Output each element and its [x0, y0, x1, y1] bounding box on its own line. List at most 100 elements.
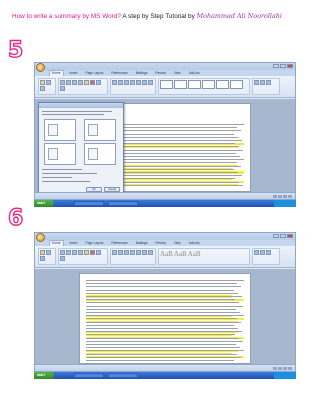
tab-home[interactable]: Home — [49, 240, 64, 246]
clear-format-icon[interactable] — [60, 256, 65, 261]
tab-insert[interactable]: Insert — [68, 71, 80, 76]
paste-icon[interactable] — [40, 80, 45, 85]
tab-view[interactable]: View — [172, 71, 183, 76]
summary-type-option-1[interactable] — [44, 119, 76, 141]
bold-icon[interactable] — [60, 250, 65, 255]
font-color-icon[interactable] — [90, 80, 95, 85]
system-tray — [274, 200, 296, 207]
center-icon[interactable] — [130, 80, 135, 85]
underline-icon[interactable] — [72, 80, 77, 85]
copy-icon[interactable] — [40, 256, 45, 261]
center-icon[interactable] — [130, 250, 135, 255]
style-subtitle[interactable] — [230, 80, 243, 89]
align-left-icon[interactable] — [124, 80, 129, 85]
taskbar-item[interactable] — [108, 201, 138, 206]
font-size-icon[interactable] — [96, 250, 101, 255]
summary-type-option-2[interactable] — [84, 119, 116, 141]
highlight-icon[interactable] — [84, 80, 89, 85]
tab-add-ins[interactable]: Add-Ins — [187, 241, 202, 246]
style-normal[interactable] — [160, 80, 173, 89]
tab-add-ins[interactable]: Add-Ins — [187, 71, 202, 76]
align-right-icon[interactable] — [136, 250, 141, 255]
tab-page-layout[interactable]: Page Layout — [84, 241, 106, 246]
bold-icon[interactable] — [60, 80, 65, 85]
maximize-icon[interactable] — [280, 64, 286, 68]
numbering-icon[interactable] — [118, 250, 123, 255]
styles-aa-icon[interactable]: AaB — [160, 250, 173, 259]
summary-type-option-4[interactable] — [84, 143, 116, 165]
font-size-icon[interactable] — [96, 80, 101, 85]
strikethrough-icon[interactable] — [78, 250, 83, 255]
bullets-icon[interactable] — [112, 80, 117, 85]
start-button[interactable]: start — [34, 372, 54, 379]
taskbar-item[interactable] — [74, 373, 104, 378]
styles-group: AaB AaB AaB — [158, 248, 250, 265]
clear-format-icon[interactable] — [60, 86, 65, 91]
text-line — [86, 331, 242, 333]
text-line — [86, 360, 234, 362]
styles-aa-icon[interactable]: AaB — [174, 250, 187, 259]
style-no-spacing[interactable] — [174, 80, 187, 89]
align-left-icon[interactable] — [124, 250, 129, 255]
select-icon[interactable] — [266, 80, 271, 85]
paste-icon[interactable] — [40, 250, 45, 255]
page-header: How to write a summary by MS Word? A ste… — [12, 12, 282, 20]
tab-mailings[interactable]: Mailings — [134, 71, 150, 76]
tab-review[interactable]: Review — [153, 71, 167, 76]
dialog-titlebar — [39, 103, 123, 108]
highlight-icon[interactable] — [84, 250, 89, 255]
cut-icon[interactable] — [46, 80, 51, 85]
close-icon[interactable] — [287, 64, 293, 68]
tab-page-layout[interactable]: Page Layout — [84, 71, 106, 76]
find-icon[interactable] — [254, 250, 259, 255]
select-icon[interactable] — [266, 250, 271, 255]
status-bar — [35, 364, 295, 371]
italic-icon[interactable] — [66, 80, 71, 85]
document-area: OK Cancel — [35, 99, 295, 196]
style-title[interactable] — [216, 80, 229, 89]
close-icon[interactable] — [287, 234, 293, 238]
align-right-icon[interactable] — [136, 80, 141, 85]
taskbar-item[interactable] — [74, 201, 104, 206]
underline-icon[interactable] — [72, 250, 77, 255]
replace-icon[interactable] — [260, 250, 265, 255]
tab-insert[interactable]: Insert — [68, 241, 80, 246]
minimize-icon[interactable] — [273, 234, 279, 238]
tab-references[interactable]: References — [109, 71, 129, 76]
cut-icon[interactable] — [46, 250, 51, 255]
summary-type-option-3[interactable] — [44, 143, 76, 165]
numbering-icon[interactable] — [118, 80, 123, 85]
style-heading1[interactable] — [188, 80, 201, 89]
taskbar-item[interactable] — [108, 373, 138, 378]
autosummarize-dialog: OK Cancel — [38, 102, 124, 196]
tab-review[interactable]: Review — [153, 241, 167, 246]
tab-view[interactable]: View — [172, 241, 183, 246]
styles-aa-icon[interactable]: AaB — [188, 250, 201, 259]
justify-icon[interactable] — [142, 80, 147, 85]
paragraph-group — [110, 78, 156, 95]
text-line — [86, 312, 240, 314]
document-page[interactable] — [79, 273, 251, 364]
text-line — [86, 296, 242, 298]
text-line — [86, 324, 234, 326]
copy-icon[interactable] — [40, 86, 45, 91]
italic-icon[interactable] — [66, 250, 71, 255]
line-spacing-icon[interactable] — [148, 80, 153, 85]
maximize-icon[interactable] — [280, 234, 286, 238]
replace-icon[interactable] — [260, 80, 265, 85]
text-line — [86, 328, 238, 330]
justify-icon[interactable] — [142, 250, 147, 255]
line-spacing-icon[interactable] — [148, 250, 153, 255]
tab-home[interactable]: Home — [49, 70, 64, 76]
tab-mailings[interactable]: Mailings — [134, 241, 150, 246]
office-button-icon[interactable] — [36, 63, 45, 72]
find-icon[interactable] — [254, 80, 259, 85]
tab-references[interactable]: References — [109, 241, 129, 246]
start-button[interactable]: start — [34, 200, 54, 207]
strikethrough-icon[interactable] — [78, 80, 83, 85]
office-button-icon[interactable] — [36, 233, 45, 242]
minimize-icon[interactable] — [273, 64, 279, 68]
font-color-icon[interactable] — [90, 250, 95, 255]
bullets-icon[interactable] — [112, 250, 117, 255]
style-heading2[interactable] — [202, 80, 215, 89]
